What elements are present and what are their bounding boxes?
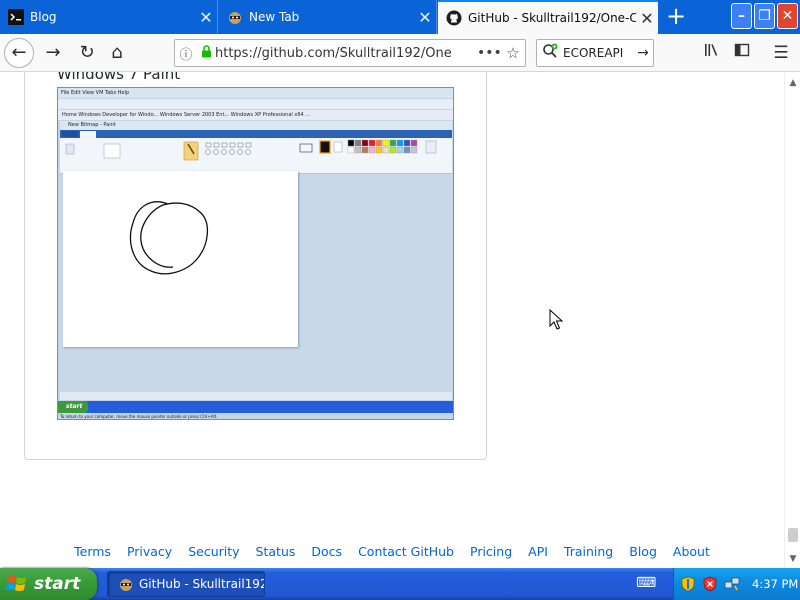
- footer-link-training[interactable]: Training: [564, 544, 613, 559]
- tab-title: New Tab: [249, 10, 300, 24]
- tab-github[interactable]: GitHub - Skulltrail192/One-Core-A ✕: [438, 0, 658, 34]
- paint-status-bar: [60, 392, 452, 400]
- tab-strip: Blog ✕ New Tab ✕ GitHub - Skulltrail192/…: [0, 0, 800, 34]
- footer-link-security[interactable]: Security: [188, 544, 239, 559]
- back-arrow-icon[interactable]: ←: [4, 38, 34, 68]
- scroll-down-arrow-icon[interactable]: ▼: [787, 552, 799, 566]
- page-content: Windows 7 Paint File Edit View VM Tabs H…: [0, 72, 784, 568]
- footer-link-status[interactable]: Status: [256, 544, 296, 559]
- close-tab-icon[interactable]: ✕: [195, 8, 217, 27]
- footer-link-about[interactable]: About: [673, 544, 710, 559]
- new-tab-plus-icon[interactable]: +: [660, 0, 692, 34]
- scroll-up-arrow-icon[interactable]: ▲: [787, 76, 799, 90]
- reload-icon[interactable]: ↻: [72, 38, 102, 68]
- footer-link-contact[interactable]: Contact GitHub: [358, 544, 454, 559]
- footer-link-pricing[interactable]: Pricing: [470, 544, 512, 559]
- tab-blog[interactable]: Blog ✕: [0, 0, 218, 34]
- clock[interactable]: 4:37 PM: [752, 577, 798, 591]
- embedded-screenshot: File Edit View VM Tabs Help Home Windows…: [57, 87, 454, 420]
- forward-arrow-icon[interactable]: →: [38, 38, 68, 68]
- vm-tabs: Home Windows Developer for Windo... Wind…: [58, 110, 453, 120]
- warning-shield-icon[interactable]: [702, 576, 718, 592]
- keyboard-layout-icon[interactable]: ⌨: [636, 576, 656, 590]
- taskbar-item-firefox[interactable]: GitHub - Skulltrail192/...: [107, 571, 265, 597]
- navigation-toolbar: ← → ↻ ⌂ ⓘ https://github.com/Skulltrail1…: [0, 34, 800, 72]
- footer-link-docs[interactable]: Docs: [311, 544, 342, 559]
- lock-icon[interactable]: [197, 45, 215, 61]
- tab-title: Blog: [30, 10, 57, 24]
- vm-menu-bar: File Edit View VM Tabs Help: [58, 88, 453, 98]
- library-icon[interactable]: [698, 40, 724, 66]
- windows-flag-icon: [6, 574, 28, 594]
- footer-link-terms[interactable]: Terms: [74, 544, 111, 559]
- footer-links: Terms Privacy Security Status Docs Conta…: [0, 541, 784, 561]
- paint-ribbon: [60, 130, 452, 174]
- raccoon-icon: [227, 9, 243, 25]
- close-window-icon[interactable]: ✕: [777, 3, 798, 29]
- footer-link-api[interactable]: API: [528, 544, 548, 559]
- start-button[interactable]: start: [0, 568, 97, 600]
- sidebar-icon[interactable]: [729, 40, 755, 66]
- vertical-scrollbar[interactable]: ▲ ▼: [784, 72, 800, 568]
- minimize-icon[interactable]: –: [731, 3, 752, 29]
- bookmark-star-icon[interactable]: ☆: [501, 44, 525, 62]
- network-icon[interactable]: [724, 576, 740, 592]
- maximize-icon[interactable]: ❐: [754, 3, 775, 29]
- screenshot-caption: Windows 7 Paint: [57, 72, 181, 83]
- footer-link-blog[interactable]: Blog: [629, 544, 657, 559]
- address-bar[interactable]: ⓘ https://github.com/Skulltrail192/One •…: [174, 39, 526, 67]
- home-icon[interactable]: ⌂: [102, 38, 132, 68]
- security-shield-icon[interactable]: [680, 576, 696, 592]
- start-label: start: [34, 574, 81, 594]
- mouse-pointer-icon: [549, 308, 564, 331]
- search-go-arrow-icon[interactable]: →: [633, 45, 653, 61]
- search-engine-icon[interactable]: [537, 43, 563, 63]
- close-tab-icon[interactable]: ✕: [636, 9, 658, 28]
- hamburger-menu-icon[interactable]: ☰: [768, 40, 794, 66]
- search-bar[interactable]: ECOREAPI →: [536, 39, 654, 67]
- vm-toolbar: [58, 99, 453, 109]
- tab-title: GitHub - Skulltrail192/One-Core-A: [468, 11, 636, 25]
- paint-title-bar: New Bitmap - Paint: [60, 121, 452, 130]
- url-text[interactable]: https://github.com/Skulltrail192/One: [215, 46, 477, 61]
- vm-start-button: start: [58, 401, 88, 413]
- system-tray: 4:37 PM: [673, 568, 800, 600]
- vm-taskbar: [58, 401, 453, 413]
- taskbar-item-label: GitHub - Skulltrail192/...: [139, 577, 264, 591]
- tab-new-tab[interactable]: New Tab ✕: [219, 0, 437, 34]
- info-icon[interactable]: ⓘ: [175, 44, 197, 63]
- vm-hint-text: To return to your computer, move the mou…: [60, 414, 218, 419]
- github-icon: [446, 10, 462, 26]
- browser-window-icon: [118, 576, 134, 592]
- paint-canvas: [63, 171, 298, 347]
- search-input[interactable]: ECOREAPI: [563, 46, 633, 60]
- page-actions-icon[interactable]: •••: [477, 45, 502, 61]
- terminal-icon: [8, 9, 24, 25]
- footer-link-privacy[interactable]: Privacy: [127, 544, 172, 559]
- scrollbar-thumb[interactable]: [788, 528, 798, 542]
- close-tab-icon[interactable]: ✕: [414, 8, 436, 27]
